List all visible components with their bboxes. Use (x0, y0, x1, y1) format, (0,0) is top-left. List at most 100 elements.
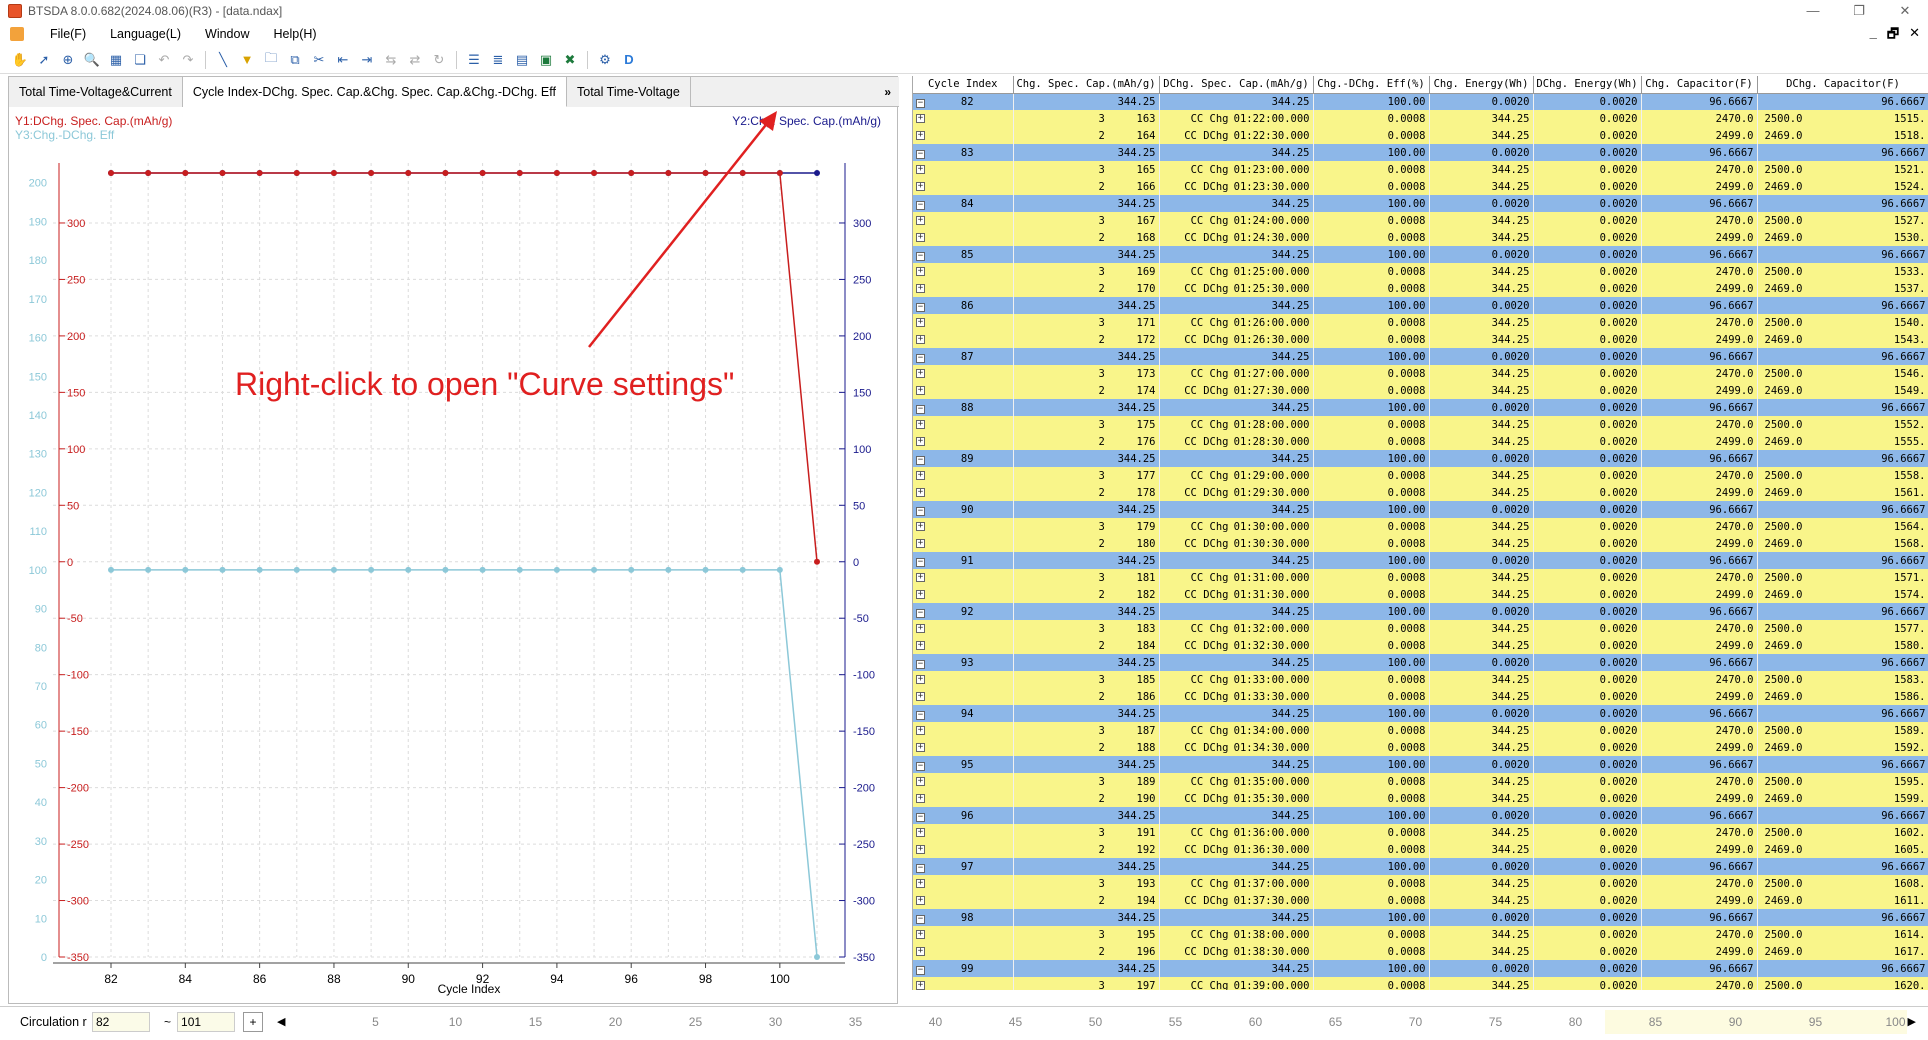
merge-icon[interactable]: ⇆ (381, 50, 401, 70)
expand-icon[interactable]: + (916, 420, 925, 429)
cycle-chart[interactable]: 0 10 20 30 40 50 60 70 80 90 100 110 120 130 140 150 160… (9, 107, 897, 1003)
collapse-icon[interactable]: − (916, 149, 925, 159)
scissors-icon[interactable]: ✂ (309, 50, 329, 70)
column-header[interactable]: Chg. Spec. Cap.(mAh/g) (1013, 76, 1160, 94)
collapse-icon[interactable]: − (916, 506, 925, 516)
menu-help[interactable]: Help(H) (261, 27, 328, 41)
step-row[interactable]: +3 173 CC Chg 01:27:00.000 0.0008 344.25 0.002… (913, 365, 1928, 382)
range-to-input[interactable] (177, 1011, 236, 1032)
collapse-icon[interactable]: − (916, 353, 925, 363)
grid-view-icon[interactable]: ☰ (464, 50, 484, 70)
collapse-icon[interactable]: − (916, 914, 925, 924)
step-row[interactable]: +3 175 CC Chg 01:28:00.000 0.0008 344.25 0.002… (913, 416, 1928, 433)
collapse-icon[interactable]: − (916, 455, 925, 465)
menu-file[interactable]: File(F) (38, 27, 98, 41)
collapse-icon[interactable]: − (916, 251, 925, 261)
step-row[interactable]: +2 182 CC DChg 01:31:30.000 0.0008 344.25 0.00… (913, 586, 1928, 603)
cycle-row[interactable]: −92 344.25 344.25 100.00 0.0020 0.0020 96.6667… (913, 603, 1928, 620)
step-row[interactable]: +2 178 CC DChg 01:29:30.000 0.0008 344.25 0.00… (913, 484, 1928, 501)
zoom-icon[interactable]: 🔍 (82, 50, 102, 70)
line-tool-icon[interactable]: ╲ (213, 50, 233, 70)
collapse-icon[interactable]: − (916, 557, 925, 567)
step-row[interactable]: +3 165 CC Chg 01:23:00.000 0.0008 344.25 0.002… (913, 161, 1928, 178)
filter-icon[interactable]: ▼ (237, 50, 257, 70)
expand-icon[interactable]: + (916, 794, 925, 803)
split-icon[interactable]: ⇄ (405, 50, 425, 70)
column-header[interactable]: DChg. Capacitor(F) (1757, 76, 1928, 94)
column-header[interactable]: DChg. Spec. Cap.(mAh/g) (1159, 76, 1314, 94)
step-row[interactable]: +3 169 CC Chg 01:25:00.000 0.0008 344.25 0.002… (913, 263, 1928, 280)
step-row[interactable]: +3 177 CC Chg 01:29:00.000 0.0008 344.25 0.002… (913, 467, 1928, 484)
collapse-icon[interactable]: − (916, 98, 925, 108)
step-row[interactable]: +3 167 CC Chg 01:24:00.000 0.0008 344.25 0.002… (913, 212, 1928, 229)
pointer-icon[interactable]: ➚ (34, 50, 54, 70)
expand-icon[interactable]: + (916, 896, 925, 905)
expand-icon[interactable]: + (916, 165, 925, 174)
expand-icon[interactable]: + (916, 522, 925, 531)
tab-total-time-voltage-current[interactable]: Total Time-Voltage&Current (9, 77, 183, 107)
expand-icon[interactable]: + (916, 675, 925, 684)
list-view-icon[interactable]: ≣ (488, 50, 508, 70)
expand-icon[interactable]: + (916, 488, 925, 497)
redo-icon[interactable]: ↷ (178, 50, 198, 70)
expand-icon[interactable]: + (916, 267, 925, 276)
expand-icon[interactable]: + (916, 947, 925, 956)
cycle-row[interactable]: −88 344.25 344.25 100.00 0.0020 0.0020 96.6667… (913, 399, 1928, 416)
cycle-row[interactable]: −94 344.25 344.25 100.00 0.0020 0.0020 96.6667… (913, 705, 1928, 722)
add-range-button[interactable]: + (243, 1011, 264, 1032)
settings-table-icon[interactable]: ⚙ (595, 50, 615, 70)
expand-icon[interactable]: + (916, 471, 925, 480)
column-header[interactable]: Chg. Energy(Wh) (1429, 76, 1534, 94)
detail-view-icon[interactable]: ▤ (512, 50, 532, 70)
collapse-icon[interactable]: − (916, 608, 925, 618)
expand-icon[interactable]: + (916, 845, 925, 854)
step-row[interactable]: +2 168 CC DChg 01:24:30.000 0.0008 344.25 0.00… (913, 229, 1928, 246)
expand-icon[interactable]: + (916, 692, 925, 701)
cycle-row[interactable]: −82 344.25 344.25 100.00 0.0020 0.0020 96.6667… (913, 93, 1928, 110)
step-row[interactable]: +2 166 CC DChg 01:23:30.000 0.0008 344.25 0.00… (913, 178, 1928, 195)
step-row[interactable]: +3 185 CC Chg 01:33:00.000 0.0008 344.25 0.002… (913, 671, 1928, 688)
step-row[interactable]: +2 190 CC DChg 01:35:30.000 0.0008 344.25 0.00… (913, 790, 1928, 807)
collapse-icon[interactable]: − (916, 659, 925, 669)
column-header[interactable]: Chg.-DChg. Eff(%) (1313, 76, 1430, 94)
column-header[interactable]: Cycle Index (913, 76, 1014, 94)
expand-icon[interactable]: + (916, 981, 925, 990)
step-row[interactable]: +3 191 CC Chg 01:36:00.000 0.0008 344.25 0.002… (913, 824, 1928, 841)
step-row[interactable]: +2 174 CC DChg 01:27:30.000 0.0008 344.25 0.00… (913, 382, 1928, 399)
undo-icon[interactable]: ↶ (154, 50, 174, 70)
step-row[interactable]: +3 163 CC Chg 01:22:00.000 0.0008 344.25 0.002… (913, 110, 1928, 127)
hand-icon[interactable]: ✋ (10, 50, 30, 70)
close-button[interactable]: ✕ (1882, 0, 1928, 22)
tab-cycle-index-cap-eff[interactable]: Cycle Index-DChg. Spec. Cap.&Chg. Spec. … (182, 77, 567, 107)
cycle-range-scale[interactable]: 5 10 15 20 25 30 35 40 45 50 55 60 65 70 75 80 85 90 95 100 (295, 1008, 1915, 1036)
excel-icon[interactable]: ✖ (560, 50, 580, 70)
expand-icon[interactable]: + (916, 624, 925, 633)
step-row[interactable]: +2 194 CC DChg 01:37:30.000 0.0008 344.25 0.00… (913, 892, 1928, 909)
refresh-icon[interactable]: ↻ (429, 50, 449, 70)
step-row[interactable]: +2 176 CC DChg 01:28:30.000 0.0008 344.25 0.00… (913, 433, 1928, 450)
expand-icon[interactable]: + (916, 386, 925, 395)
menu-language[interactable]: Language(L) (98, 27, 193, 41)
cycle-row[interactable]: −87 344.25 344.25 100.00 0.0020 0.0020 96.6667… (913, 348, 1928, 365)
cycle-row[interactable]: −96 344.25 344.25 100.00 0.0020 0.0020 96.6667… (913, 807, 1928, 824)
step-row[interactable]: +3 193 CC Chg 01:37:00.000 0.0008 344.25 0.002… (913, 875, 1928, 892)
expand-icon[interactable]: + (916, 318, 925, 327)
mdi-restore-button[interactable]: 🗗 (1887, 25, 1899, 47)
cycle-row[interactable]: −93 344.25 344.25 100.00 0.0020 0.0020 96.6667… (913, 654, 1928, 671)
cycle-row[interactable]: −85 344.25 344.25 100.00 0.0020 0.0020 96.6667… (913, 246, 1928, 263)
step-row[interactable]: +3 195 CC Chg 01:38:00.000 0.0008 344.25 0.002… (913, 926, 1928, 943)
collapse-icon[interactable]: − (916, 965, 925, 975)
step-row[interactable]: +3 197 CC Chg 01:39:00.000 0.0008 344.25 0.002… (913, 977, 1928, 990)
collapse-icon[interactable]: − (916, 863, 925, 873)
step-row[interactable]: +2 188 CC DChg 01:34:30.000 0.0008 344.25 0.00… (913, 739, 1928, 756)
cycle-row[interactable]: −89 344.25 344.25 100.00 0.0020 0.0020 96.6667… (913, 450, 1928, 467)
step-row[interactable]: +2 164 CC DChg 01:22:30.000 0.0008 344.25 0.00… (913, 127, 1928, 144)
expand-icon[interactable]: + (916, 131, 925, 140)
mdi-minimize-button[interactable]: _ (1870, 25, 1877, 47)
expand-icon[interactable]: + (916, 369, 925, 378)
cycle-row[interactable]: −83 344.25 344.25 100.00 0.0020 0.0020 96.6667… (913, 144, 1928, 161)
menu-window[interactable]: Window (193, 27, 261, 41)
expand-icon[interactable]: + (916, 216, 925, 225)
scroll-left-icon[interactable]: ◀ (277, 1015, 285, 1028)
arrow-right-icon[interactable]: ⇥ (357, 50, 377, 70)
